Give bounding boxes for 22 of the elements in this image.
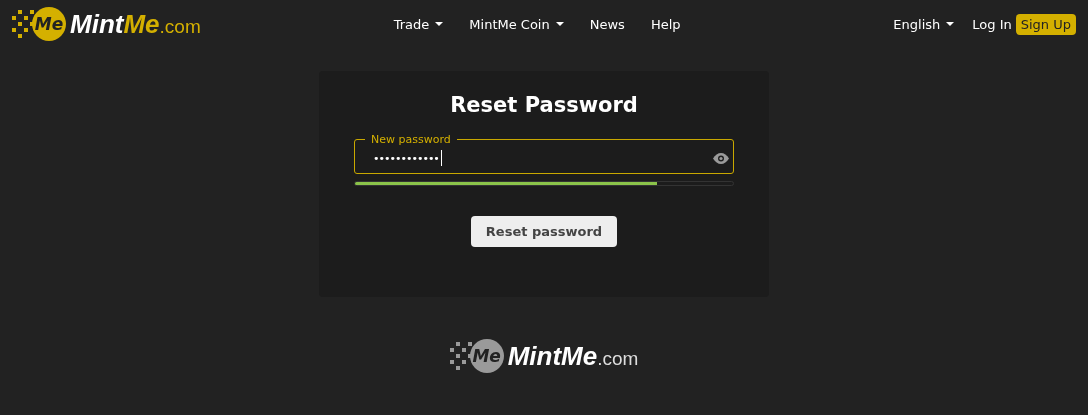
reset-password-button[interactable]: Reset password bbox=[470, 216, 618, 247]
language-dropdown[interactable]: English bbox=[893, 16, 955, 32]
signup-button[interactable]: Sign Up bbox=[1015, 13, 1076, 35]
caret-icon bbox=[435, 22, 444, 26]
nav-link[interactable]: News bbox=[589, 16, 625, 32]
caret-icon bbox=[555, 22, 564, 26]
logo[interactable]: Me MintMe.com bbox=[12, 7, 201, 41]
caret-icon bbox=[946, 22, 955, 26]
logo-badge: Me bbox=[32, 7, 66, 41]
footer-logo[interactable]: Me MintMe.com bbox=[449, 339, 639, 373]
password-field[interactable]: New password •••••••••••• bbox=[354, 133, 734, 174]
nav-link[interactable]: MintMe Coin bbox=[469, 16, 564, 32]
login-link[interactable]: Log In bbox=[972, 16, 1012, 32]
eye-icon[interactable] bbox=[713, 152, 729, 164]
logo-text: MintMe.com bbox=[70, 8, 201, 40]
field-label: New password bbox=[370, 133, 452, 146]
form-title: Reset Password bbox=[450, 93, 638, 117]
nav-link[interactable]: Trade bbox=[393, 16, 444, 32]
logo-badge: Me bbox=[469, 339, 504, 373]
password-value: •••••••••••• bbox=[373, 151, 439, 165]
logo-text: MintMe.com bbox=[507, 340, 639, 372]
nav-link[interactable]: Help bbox=[650, 16, 681, 32]
